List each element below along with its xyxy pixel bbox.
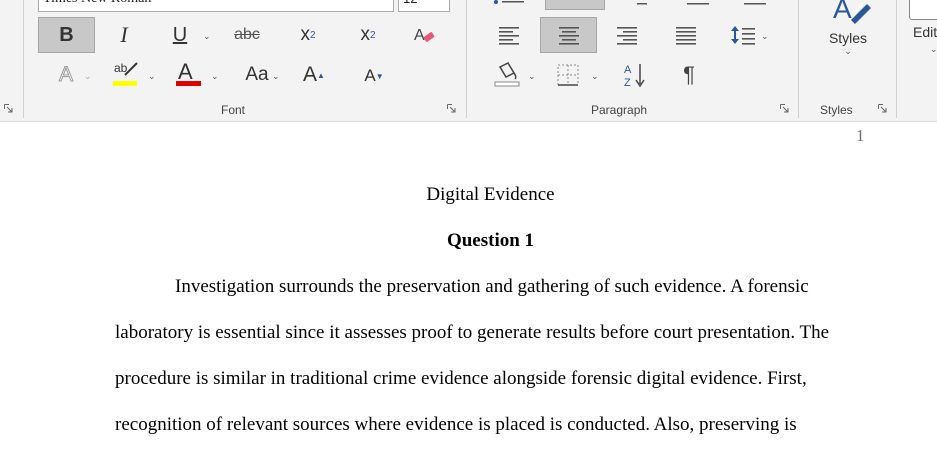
editing-label[interactable]: Editi (913, 24, 937, 40)
strikethrough-button[interactable]: abc (228, 19, 266, 51)
text-effects-label: A (58, 63, 73, 87)
borders-icon (557, 64, 579, 86)
bold-label: B (59, 23, 74, 46)
numbering-button[interactable] (545, 0, 605, 10)
svg-text:A: A (624, 64, 632, 76)
styles-dialog-launcher-icon[interactable] (878, 104, 887, 113)
text-effects-button[interactable]: A (52, 60, 80, 90)
section-heading[interactable]: Question 1 (0, 230, 937, 252)
superscript-label: x (360, 24, 370, 45)
body-line-4[interactable]: recognition of relevant sources where ev… (115, 414, 797, 436)
subscript-label: x (300, 24, 310, 45)
styles-icon: A (833, 0, 871, 24)
line-spacing-chevron-icon[interactable]: ⌄ (761, 31, 769, 42)
clipboard-font-separator (23, 0, 24, 118)
line-spacing-icon (731, 26, 755, 45)
line-spacing-button[interactable] (728, 19, 758, 51)
align-left-button[interactable] (492, 19, 526, 51)
highlight-button[interactable]: ab (108, 58, 142, 90)
editing-chevron-icon[interactable]: ⌄ (930, 44, 937, 55)
align-center-button[interactable] (540, 17, 597, 53)
shading-button[interactable] (492, 60, 522, 90)
grow-font-caret-icon: ▲ (317, 70, 325, 80)
subscript-mark: 2 (309, 29, 316, 41)
svg-text:A: A (414, 27, 425, 44)
clipboard-dialog-launcher-icon[interactable] (4, 104, 13, 113)
svg-text:A: A (833, 0, 852, 24)
justify-icon (676, 27, 696, 45)
paragraph-dialog-launcher-icon[interactable] (780, 104, 789, 113)
paint-bucket-icon (494, 62, 520, 87)
shrink-font-button[interactable]: A ▼ (358, 62, 390, 90)
strikethrough-label: abc (234, 26, 260, 43)
styles-chevron-icon: ⌄ (844, 46, 852, 56)
change-case-button[interactable]: Aa (240, 60, 274, 90)
justify-button[interactable] (669, 19, 703, 51)
shrink-font-label: A (364, 66, 376, 85)
align-right-button[interactable] (610, 19, 644, 51)
font-group-label: Font (221, 103, 246, 117)
paragraph-styles-separator (798, 0, 799, 118)
sort-button[interactable]: A Z (620, 60, 650, 90)
bold-button[interactable]: B (38, 17, 95, 53)
font-color-chevron-icon[interactable]: ⌄ (211, 71, 219, 82)
underline-dropdown-chevron-icon[interactable]: ⌄ (203, 31, 211, 42)
bullets-icon[interactable] (492, 0, 532, 8)
styles-gallery-button[interactable]: A Styles ⌄ (815, 0, 881, 96)
borders-button[interactable] (553, 60, 583, 90)
document-title[interactable]: Digital Evidence (0, 184, 937, 206)
font-size-combobox[interactable]: 12 (398, 0, 450, 12)
paragraph-group-label: Paragraph (591, 103, 648, 117)
align-right-icon (617, 27, 637, 45)
body-line-2[interactable]: laboratory is essential since it assesse… (115, 322, 829, 344)
font-color-swatch (176, 81, 201, 86)
highlight-color-swatch (113, 81, 137, 86)
shrink-font-caret-icon: ▼ (375, 71, 384, 81)
font-paragraph-separator (466, 0, 467, 118)
underline-label: U (172, 23, 188, 46)
pilcrow-icon: ¶ (683, 62, 695, 87)
ribbon: Times New Roman 12 B I U ⌄ abc x2 x2 A A… (0, 0, 937, 122)
styles-editing-separator (896, 0, 897, 118)
align-left-icon (499, 27, 519, 45)
superscript-button[interactable]: x2 (352, 19, 384, 51)
superscript-mark: 2 (369, 29, 376, 41)
change-case-chevron-icon[interactable]: ⌄ (272, 71, 280, 82)
align-center-icon (558, 27, 579, 45)
shading-chevron-icon[interactable]: ⌄ (528, 71, 536, 82)
indent-icons[interactable] (632, 0, 772, 8)
subscript-button[interactable]: x2 (292, 19, 324, 51)
clear-formatting-button[interactable]: A (408, 19, 440, 51)
grow-font-label: A (303, 63, 318, 86)
body-line-1[interactable]: Investigation surrounds the preservation… (175, 276, 809, 298)
svg-text:Z: Z (624, 77, 631, 88)
styles-button-label: Styles (828, 30, 868, 46)
font-name-combobox[interactable]: Times New Roman (38, 0, 394, 12)
italic-button[interactable]: I (108, 19, 140, 51)
body-line-3[interactable]: procedure is similar in traditional crim… (115, 368, 807, 390)
font-color-button[interactable]: A (172, 58, 204, 90)
document-page[interactable]: 1 Digital Evidence Question 1 Investigat… (0, 122, 937, 457)
grow-font-button[interactable]: A ▲ (298, 60, 330, 90)
show-formatting-marks-button[interactable]: ¶ (674, 60, 704, 90)
page-number: 1 (856, 126, 865, 145)
font-dialog-launcher-icon[interactable] (447, 104, 456, 113)
sort-az-icon: A Z (624, 64, 645, 88)
borders-chevron-icon[interactable]: ⌄ (591, 71, 599, 82)
styles-group-label: Styles (820, 103, 853, 117)
text-effects-chevron-icon[interactable]: ⌄ (84, 71, 92, 82)
highlighter-pen-icon (124, 62, 138, 76)
find-box[interactable] (909, 0, 937, 20)
highlight-chevron-icon[interactable]: ⌄ (148, 71, 156, 82)
change-case-label: Aa (245, 64, 269, 85)
underline-button[interactable]: U (165, 19, 195, 51)
italic-label: I (120, 22, 128, 47)
clear-formatting-icon: A (414, 27, 435, 44)
